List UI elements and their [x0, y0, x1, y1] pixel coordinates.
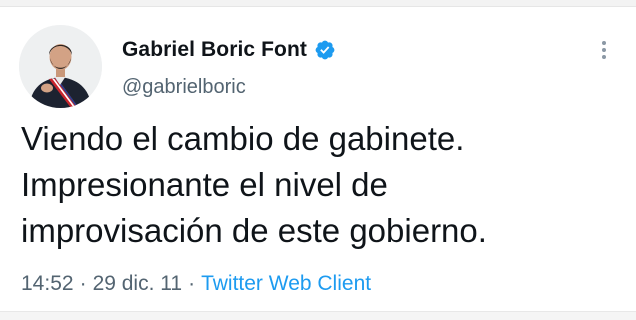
tweet-date[interactable]: 29 dic. 11: [93, 272, 183, 295]
tweet-meta: 14:52 · 29 dic. 11 · Twitter Web Client: [21, 272, 371, 296]
verified-badge-icon: [314, 39, 336, 61]
tweet-text-line: Impresionante el nivel de: [21, 166, 388, 203]
meta-separator: ·: [188, 272, 196, 295]
meta-separator: ·: [79, 272, 87, 295]
more-options-icon[interactable]: [596, 38, 612, 64]
tweet-text-line: Viendo el cambio de gabinete.: [21, 120, 465, 157]
tweet-text-line: improvisación de este gobierno.: [21, 212, 487, 249]
bottom-edge: [0, 312, 636, 320]
tweet-time[interactable]: 14:52: [21, 272, 74, 295]
tweet-client-link[interactable]: Twitter Web Client: [201, 272, 371, 295]
author-row: Gabriel Boric Font: [122, 36, 336, 64]
author-handle[interactable]: @gabrielboric: [122, 76, 246, 99]
tweet-text: Viendo el cambio de gabinete. Impresiona…: [21, 116, 621, 254]
avatar-image: [19, 25, 102, 108]
avatar[interactable]: [19, 25, 102, 108]
author-display-name[interactable]: Gabriel Boric Font: [122, 38, 307, 62]
top-divider: [0, 6, 636, 7]
